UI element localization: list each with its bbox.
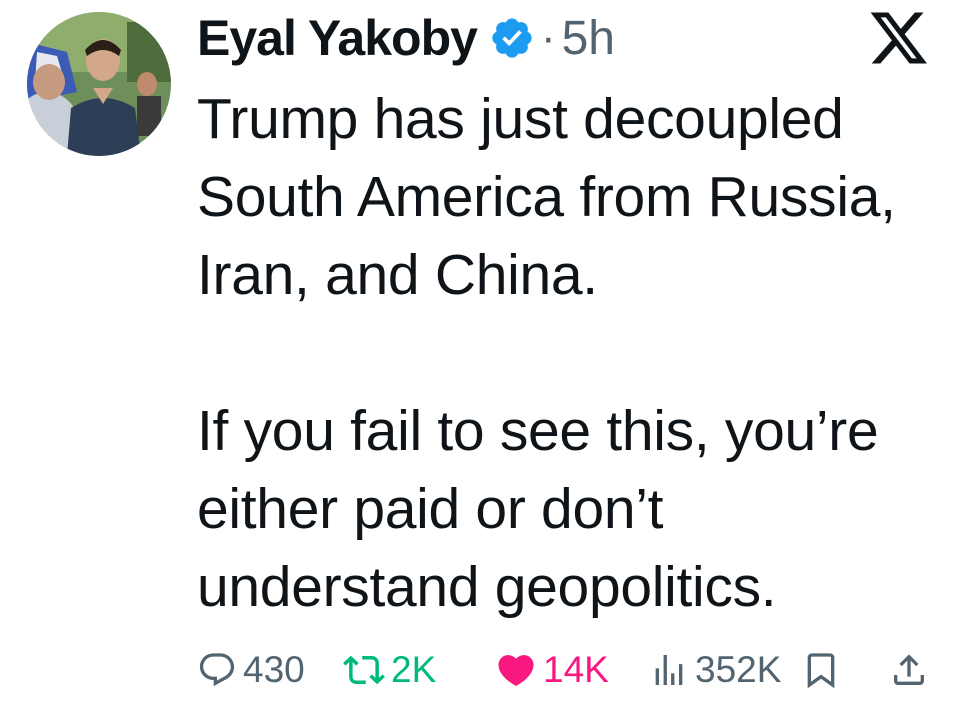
reply-icon <box>197 650 237 690</box>
repost-icon <box>343 649 385 691</box>
reply-button[interactable]: 430 <box>197 644 305 696</box>
repost-button[interactable]: 2K <box>343 644 436 696</box>
share-button[interactable] <box>889 644 929 696</box>
post-header: Eyal Yakoby · 5h <box>197 6 615 70</box>
post-timestamp[interactable]: 5h <box>562 11 615 66</box>
separator-dot: · <box>540 13 556 62</box>
like-button[interactable]: 14K <box>495 644 609 696</box>
author-avatar[interactable] <box>27 12 171 156</box>
heart-icon <box>495 649 537 691</box>
verified-badge-icon <box>489 15 535 61</box>
post-paragraph: If you fail to see this, you’re either p… <box>197 399 879 619</box>
post-paragraph: Trump has just decoupled South America f… <box>197 87 896 307</box>
views-button[interactable]: 352K <box>649 644 781 696</box>
like-count: 14K <box>543 649 609 690</box>
views-count: 352K <box>695 649 782 690</box>
action-bar: 430 2K 14K 352K <box>197 644 937 696</box>
reply-count: 430 <box>243 649 305 690</box>
post-body: Trump has just decoupled South America f… <box>197 80 937 626</box>
repost-count: 2K <box>391 649 437 690</box>
views-chart-icon <box>649 650 689 690</box>
x-logo-icon <box>868 10 930 66</box>
bookmark-button[interactable] <box>801 644 841 696</box>
bookmark-icon <box>801 650 841 690</box>
author-name[interactable]: Eyal Yakoby <box>197 9 478 67</box>
share-icon <box>889 650 929 690</box>
